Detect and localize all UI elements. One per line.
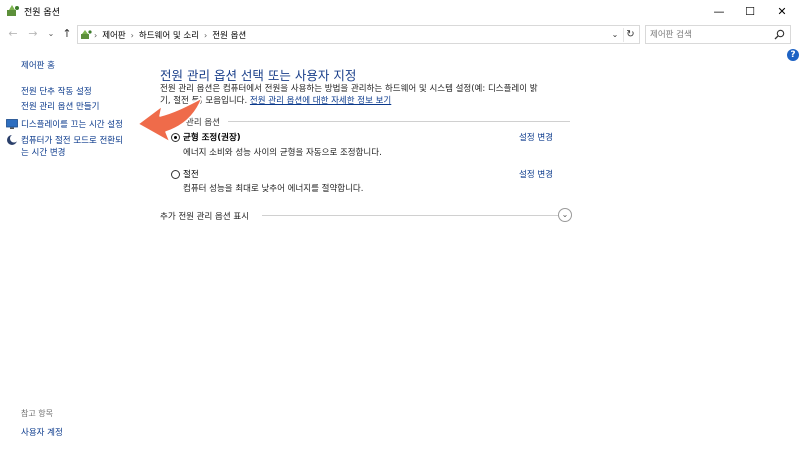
plan-power-saver-radio[interactable] [171,170,180,179]
refresh-button[interactable]: ↻ [623,28,637,42]
plan-power-saver-change-settings-link[interactable]: 설정 변경 [519,168,553,180]
plan-power-saver-description: 컴퓨터 성능을 최대로 낮추어 에너지를 절약합니다. [183,184,364,194]
breadcrumb-hardware-sound[interactable]: 하드웨어 및 소리 [136,29,202,41]
minimize-button[interactable]: — [703,0,735,22]
title-bar: 전원 옵션 — ☐ ✕ [0,0,800,22]
sidebar-create-power-plan[interactable]: 전원 관리 옵션 만들기 [21,100,100,112]
sidebar-sleep-time-line2[interactable]: 는 시간 변경 [21,146,66,158]
breadcrumb-power-options[interactable]: 전원 옵션 [209,29,249,41]
plan-power-saver-name[interactable]: 절전 [183,168,199,180]
sidebar-control-panel-home[interactable]: 제어판 홈 [21,59,55,71]
power-plan-info-link[interactable]: 전원 관리 옵션에 대한 자세한 정보 보기 [250,96,391,106]
maximize-button[interactable]: ☐ [734,0,766,22]
sidebar-display-off-time[interactable]: 디스플레이를 끄는 시간 설정 [21,118,123,130]
display-icon [6,119,18,129]
window-title: 전원 옵션 [24,8,60,18]
search-icon[interactable] [774,29,785,40]
address-dropdown-button[interactable]: ⌄ [610,29,620,41]
breadcrumb-separator: › [204,30,208,40]
breadcrumb-separator: › [130,30,134,40]
breadcrumb-separator: › [94,30,98,40]
search-box [645,25,791,44]
breadcrumb: › 제어판 › 하드웨어 및 소리 › 전원 옵션 [80,27,249,43]
description-line1: 전원 관리 옵션은 컴퓨터에서 전원을 사용하는 방법을 관리하는 하드웨어 및… [160,84,538,94]
sidebar-power-button-settings[interactable]: 전원 단추 작동 설정 [21,85,92,97]
callout-arrow-icon [137,97,203,143]
show-additional-plans-label[interactable]: 추가 전원 관리 옵션 표시 [160,210,249,222]
sidebar-sleep-time-line1[interactable]: 컴퓨터가 절전 모드로 전환되 [21,134,123,146]
up-button[interactable]: ↑ [60,27,74,41]
page-title: 전원 관리 옵션 선택 또는 사용자 지정 [160,68,357,83]
control-panel-icon [81,30,92,39]
back-button[interactable]: ← [6,27,20,41]
help-icon[interactable]: ? [787,49,799,61]
search-input[interactable] [650,28,770,41]
additional-plans-divider [262,215,558,216]
see-also-heading: 참고 항목 [21,409,53,418]
breadcrumb-control-panel[interactable]: 제어판 [99,29,128,41]
address-row: ← → ⌄ ↑ › 제어판 › 하드웨어 및 소리 › 전원 옵션 ⌄ ↻ [0,23,800,45]
expand-additional-plans-button[interactable]: ⌄ [558,208,572,222]
power-options-icon [7,5,19,16]
sleep-moon-icon [7,134,18,145]
page-description: 전원 관리 옵션은 컴퓨터에서 전원을 사용하는 방법을 관리하는 하드웨어 및… [160,83,570,107]
section-divider [228,121,570,122]
plan-balanced-description: 에너지 소비와 성능 사이의 균형을 자동으로 조정합니다. [183,148,382,158]
plan-balanced-change-settings-link[interactable]: 설정 변경 [519,131,553,143]
close-button[interactable]: ✕ [766,0,798,22]
address-bar[interactable]: › 제어판 › 하드웨어 및 소리 › 전원 옵션 ⌄ ↻ [77,25,640,44]
forward-button[interactable]: → [26,27,40,41]
sidebar-user-accounts[interactable]: 사용자 계정 [21,426,63,438]
recent-locations-button[interactable]: ⌄ [44,27,58,41]
